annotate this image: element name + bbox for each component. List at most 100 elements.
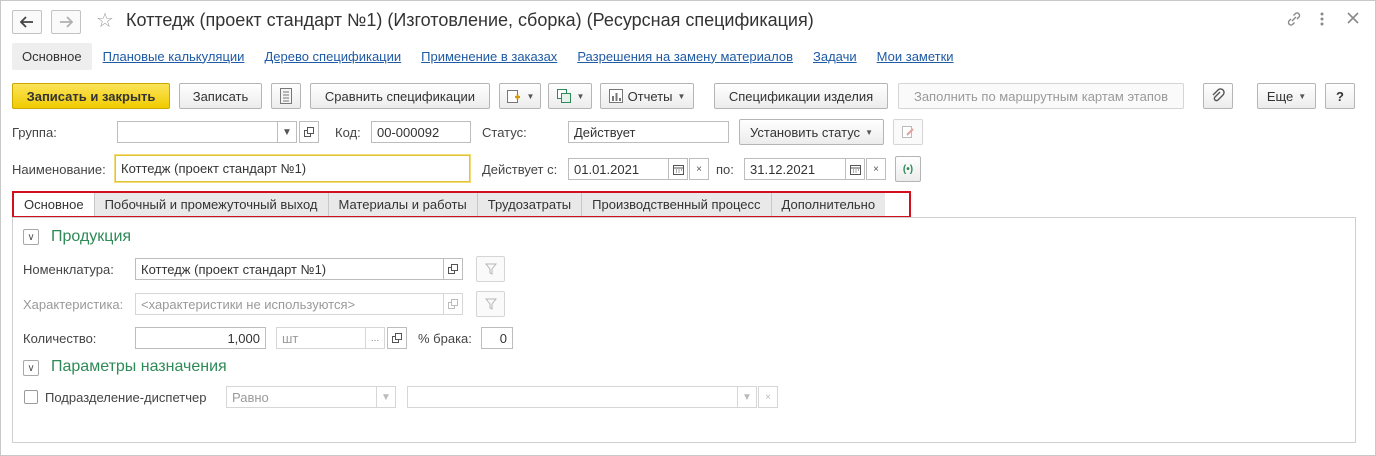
name-field[interactable]: Коттедж (проект стандарт №1): [115, 155, 470, 182]
collapse-assignment-button[interactable]: ∨: [23, 360, 39, 376]
create-based-on-button[interactable]: ▼: [499, 83, 541, 109]
nav-usage-in-orders[interactable]: Применение в заказах: [421, 49, 557, 64]
report-icon: [608, 89, 623, 103]
unit-open-button[interactable]: [387, 327, 407, 349]
valid-to-field[interactable]: 31.12.2021: [744, 158, 846, 180]
attachments-button[interactable]: [1203, 83, 1233, 109]
item-specifications-button[interactable]: Спецификации изделия: [714, 83, 888, 109]
tab-bar: Основное Побочный и промежуточный выход …: [12, 191, 911, 218]
defect-label: % брака:: [418, 331, 472, 346]
set-status-label: Установить статус: [750, 124, 861, 140]
nav-main[interactable]: Основное: [12, 42, 92, 70]
code-field[interactable]: 00-000092: [371, 121, 471, 143]
code-label: Код:: [335, 125, 361, 140]
tab-materials-and-works[interactable]: Материалы и работы: [328, 193, 478, 216]
dispatcher-value-field[interactable]: [407, 386, 738, 408]
quantity-field[interactable]: 1,000: [135, 327, 266, 349]
open-in-window-icon: [448, 264, 458, 274]
valid-to-label: по:: [716, 162, 734, 177]
reports-label: Отчеты: [627, 88, 673, 104]
link-icon[interactable]: [1286, 11, 1302, 27]
chevron-down-icon: ∨: [27, 231, 35, 243]
chevron-down-icon: ▼: [865, 127, 873, 137]
chevron-down-icon: ▼: [381, 391, 391, 403]
tab-main[interactable]: Основное: [14, 193, 95, 216]
collapse-production-button[interactable]: ∨: [23, 229, 39, 245]
nomenclature-open-button[interactable]: [443, 258, 463, 280]
set-status-button[interactable]: Установить статус ▼: [739, 119, 884, 145]
condition-dropdown-button[interactable]: ▼: [376, 386, 396, 408]
forward-button[interactable]: [51, 10, 81, 34]
production-section-title: Продукция: [51, 228, 132, 245]
window-title: Коттедж (проект стандарт №1) (Изготовлен…: [126, 10, 814, 30]
group-open-button[interactable]: [299, 121, 319, 143]
name-label: Наименование:: [12, 162, 106, 177]
status-field: Действует: [568, 121, 729, 143]
characteristic-filter-button[interactable]: [476, 291, 505, 317]
close-icon[interactable]: [1346, 11, 1360, 25]
related-documents-button[interactable]: ▼: [548, 83, 592, 109]
unit-field[interactable]: шт: [276, 327, 366, 349]
group-field[interactable]: [117, 121, 278, 143]
valid-from-field[interactable]: 01.01.2021: [568, 158, 669, 180]
chevron-down-icon: ▼: [282, 126, 292, 138]
group-dropdown-button[interactable]: ▼: [277, 121, 297, 143]
nav-my-notes[interactable]: Мои заметки: [877, 49, 954, 64]
filter-icon: [484, 298, 497, 310]
arrow-right-icon: [60, 16, 73, 28]
dispatcher-checkbox[interactable]: [24, 390, 38, 404]
nav-planned-calculations[interactable]: Плановые калькуляции: [103, 49, 245, 64]
tab-additional[interactable]: Дополнительно: [771, 193, 886, 216]
dispatcher-dropdown-button[interactable]: ▼: [737, 386, 757, 408]
reports-button[interactable]: Отчеты ▼: [600, 83, 694, 109]
tab-production-process[interactable]: Производственный процесс: [582, 193, 772, 216]
chevron-down-icon: ▼: [526, 91, 535, 101]
help-button[interactable]: ?: [1325, 83, 1355, 109]
save-button[interactable]: Записать: [179, 83, 262, 109]
status-history-button[interactable]: [893, 119, 923, 145]
nav-specification-tree[interactable]: Дерево спецификации: [264, 49, 401, 64]
defect-percent-field[interactable]: 0: [481, 327, 513, 349]
valid-from-clear-button[interactable]: ×: [689, 158, 709, 180]
fill-by-route-cards-button[interactable]: Заполнить по маршрутным картам этапов: [898, 83, 1184, 109]
valid-to-calendar-button[interactable]: [845, 158, 865, 180]
more-vertical-icon[interactable]: [1319, 11, 1325, 27]
create-document-icon: [506, 90, 520, 103]
status-label: Статус:: [482, 125, 527, 140]
quantity-label: Количество:: [23, 331, 97, 346]
unit-select-button[interactable]: ...: [365, 327, 385, 349]
nav-material-substitution[interactable]: Разрешения на замену материалов: [577, 49, 793, 64]
characteristic-open-button[interactable]: [443, 293, 463, 315]
related-documents-icon: [556, 89, 571, 103]
characteristic-field[interactable]: <характеристики не используются>: [135, 293, 444, 315]
calendar-icon: [672, 164, 684, 175]
condition-field[interactable]: Равно: [226, 386, 377, 408]
print-list-button[interactable]: [271, 83, 301, 109]
dispatcher-clear-button[interactable]: ×: [758, 386, 778, 408]
favorite-star-icon[interactable]: ☆: [96, 8, 114, 33]
clear-icon: ×: [873, 163, 879, 175]
period-toggle-button[interactable]: (•): [895, 156, 921, 182]
valid-from-calendar-button[interactable]: [668, 158, 688, 180]
tab-labor-costs[interactable]: Трудозатраты: [477, 193, 583, 216]
save-and-close-button[interactable]: Записать и закрыть: [12, 83, 170, 109]
compare-specifications-button[interactable]: Сравнить спецификации: [310, 83, 490, 109]
section-navigation: Основное Плановые калькуляции Дерево спе…: [12, 42, 974, 70]
nav-tasks[interactable]: Задачи: [813, 49, 857, 64]
open-in-window-icon: [448, 299, 458, 309]
valid-from-label: Действует с:: [482, 162, 558, 177]
group-label: Группа:: [12, 125, 57, 140]
tab-byproducts[interactable]: Побочный и промежуточный выход: [94, 193, 329, 216]
document-list-icon: [280, 88, 292, 104]
nomenclature-field[interactable]: Коттедж (проект стандарт №1): [135, 258, 444, 280]
nomenclature-label: Номенклатура:: [23, 262, 114, 277]
valid-to-clear-button[interactable]: ×: [866, 158, 886, 180]
back-button[interactable]: [12, 10, 42, 34]
filter-icon: [484, 263, 497, 275]
chevron-down-icon: ▼: [742, 391, 752, 403]
chevron-down-icon: ∨: [27, 362, 35, 374]
more-actions-button[interactable]: Еще ▼: [1257, 83, 1316, 109]
calendar-icon: [849, 164, 861, 175]
open-in-window-icon: [392, 333, 402, 343]
nomenclature-filter-button[interactable]: [476, 256, 505, 282]
